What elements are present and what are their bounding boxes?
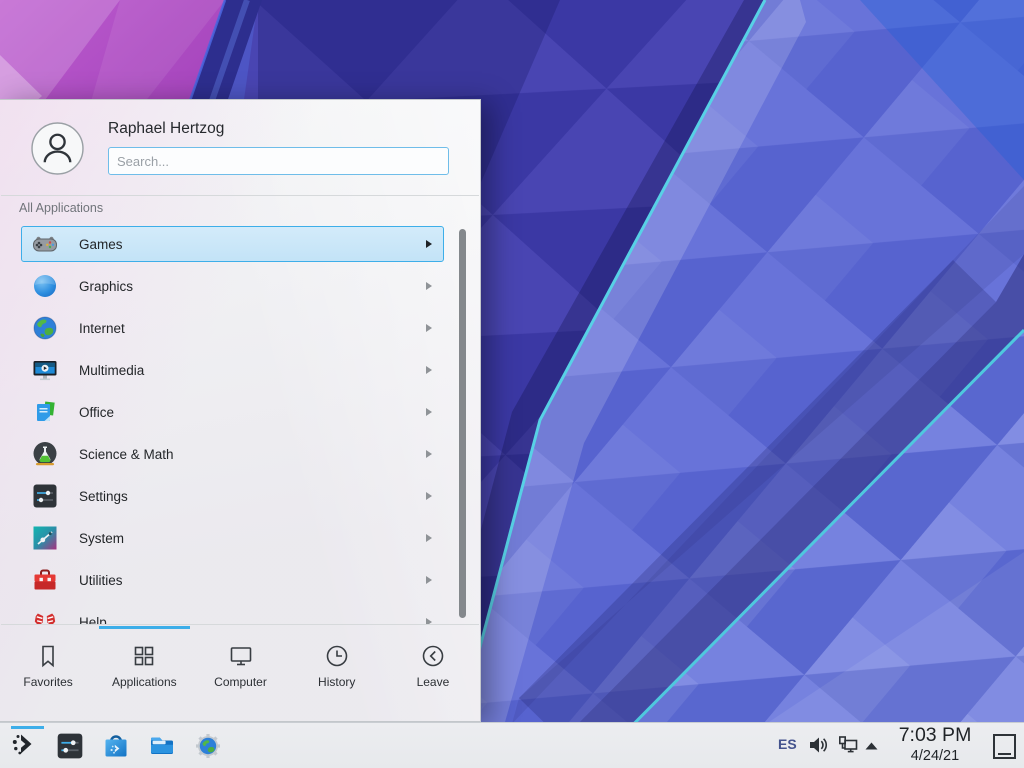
multimedia-icon — [31, 356, 59, 384]
monitor-icon — [228, 643, 254, 669]
launcher-tabbar: Favorites Applications Computer History Leav… — [0, 630, 481, 722]
system-icon — [31, 524, 59, 552]
search-input[interactable] — [108, 147, 449, 175]
volume-icon[interactable] — [807, 734, 829, 761]
category-list: Games Graphics Internet Multimedia Office Sci… — [0, 226, 481, 624]
menu-item-utilities[interactable]: Utilities — [21, 562, 444, 598]
leave-icon — [420, 643, 446, 669]
submenu-arrow-icon — [426, 408, 432, 416]
bookmark-icon — [35, 643, 61, 669]
menu-item-help[interactable]: Help — [21, 604, 444, 624]
clock-icon — [324, 643, 350, 669]
show-desktop-icon[interactable] — [993, 734, 1016, 759]
tabbar-separator — [1, 624, 479, 625]
digital-clock[interactable]: 7:03 PM 4/24/21 — [888, 726, 982, 763]
menu-item-science-math[interactable]: Science & Math — [21, 436, 444, 472]
menu-item-label: Utilities — [79, 573, 123, 588]
list-scrollbar[interactable] — [459, 229, 466, 618]
kickoff-icon — [9, 729, 39, 764]
active-tab-indicator — [99, 626, 190, 629]
wired-network-icon[interactable] — [837, 734, 859, 761]
keyboard-layout-indicator[interactable]: ES — [778, 736, 797, 752]
submenu-arrow-icon — [426, 534, 432, 542]
tab-label: Favorites — [23, 675, 72, 689]
gamepad-icon — [31, 230, 59, 258]
science-icon — [31, 440, 59, 468]
submenu-arrow-icon — [426, 366, 432, 374]
menu-item-settings[interactable]: Settings — [21, 478, 444, 514]
tab-favorites[interactable]: Favorites — [0, 630, 96, 722]
menu-item-label: Science & Math — [79, 447, 174, 462]
menu-item-label: Help — [79, 615, 107, 625]
taskbar-panel: ES 7:03 PM 4/24/21 — [0, 722, 1024, 768]
submenu-arrow-icon — [426, 282, 432, 290]
menu-item-label: Office — [79, 405, 114, 420]
clock-date: 4/24/21 — [888, 749, 982, 764]
tab-leave[interactable]: Leave — [385, 630, 481, 722]
menu-item-label: Internet — [79, 321, 125, 336]
menu-item-graphics[interactable]: Graphics — [21, 268, 444, 304]
launcher-active-indicator — [11, 726, 44, 729]
tab-applications[interactable]: Applications — [96, 630, 192, 722]
desktop[interactable]: Raphael Hertzog All Applications Games Gr… — [0, 0, 1024, 768]
menu-item-system[interactable]: System — [21, 520, 444, 556]
user-avatar[interactable] — [31, 122, 84, 175]
utilities-icon — [31, 566, 59, 594]
submenu-arrow-icon — [426, 576, 432, 584]
office-icon — [31, 398, 59, 426]
taskbar-icon-konqueror-browser[interactable] — [193, 731, 223, 761]
section-label: All Applications — [19, 201, 103, 215]
application-launcher-menu: Raphael Hertzog All Applications Games Gr… — [0, 99, 481, 722]
settings-icon — [31, 482, 59, 510]
menu-item-label: Graphics — [79, 279, 133, 294]
graphics-icon — [31, 272, 59, 300]
menu-item-games[interactable]: Games — [21, 226, 444, 262]
tab-label: History — [318, 675, 355, 689]
tab-label: Leave — [417, 675, 450, 689]
taskbar-icon-discover-software[interactable] — [101, 731, 131, 761]
expand-tray-caret-icon[interactable] — [863, 739, 880, 757]
submenu-arrow-icon — [426, 450, 432, 458]
taskbar-icon-dolphin-file-manager[interactable] — [147, 731, 177, 761]
user-name: Raphael Hertzog — [108, 120, 224, 138]
menu-item-internet[interactable]: Internet — [21, 310, 444, 346]
menu-item-office[interactable]: Office — [21, 394, 444, 430]
menu-header: Raphael Hertzog — [0, 100, 480, 195]
submenu-arrow-icon — [426, 324, 432, 332]
grid-icon — [131, 643, 157, 669]
submenu-arrow-icon — [426, 240, 432, 248]
tab-computer[interactable]: Computer — [192, 630, 288, 722]
menu-item-label: Games — [79, 237, 123, 252]
menu-item-label: Multimedia — [79, 363, 144, 378]
help-icon — [31, 608, 59, 624]
tab-label: Applications — [112, 675, 177, 689]
taskbar-launcher-button[interactable] — [4, 725, 44, 767]
taskbar-icon-system-settings[interactable] — [55, 731, 85, 761]
menu-item-label: Settings — [79, 489, 128, 504]
menu-item-label: System — [79, 531, 124, 546]
menu-item-multimedia[interactable]: Multimedia — [21, 352, 444, 388]
header-separator — [1, 195, 479, 196]
tab-label: Computer — [214, 675, 267, 689]
tab-history[interactable]: History — [289, 630, 385, 722]
globe-icon — [31, 314, 59, 342]
submenu-arrow-icon — [426, 492, 432, 500]
clock-time: 7:03 PM — [888, 726, 982, 746]
